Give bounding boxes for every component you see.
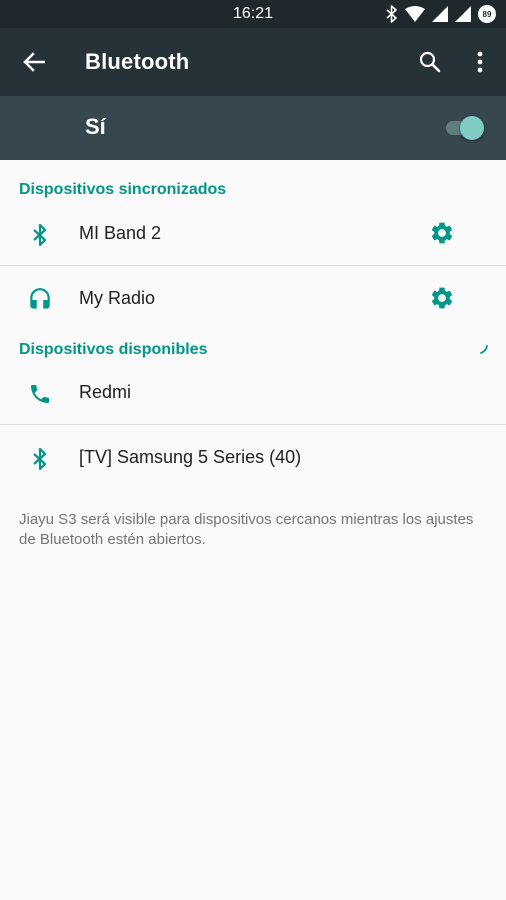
signal-icon	[432, 6, 448, 22]
headset-icon	[22, 286, 58, 314]
device-settings-button[interactable]	[424, 280, 460, 316]
device-name: MI Band 2	[79, 223, 162, 243]
more-options-button[interactable]	[462, 42, 498, 82]
progress-spinner-icon	[480, 345, 488, 354]
search-button[interactable]	[410, 42, 450, 82]
bluetooth-toggle[interactable]	[446, 116, 484, 140]
device-name: [TV] Samsung 5 Series (40)	[79, 447, 302, 467]
visibility-info-text: Jiayu S3 será visible para dispositivos …	[19, 511, 474, 548]
paired-device-row[interactable]: MI Band 2	[0, 201, 506, 265]
battery-icon: 89	[478, 5, 496, 23]
phone-icon	[22, 380, 58, 408]
bluetooth-icon	[22, 221, 58, 249]
gear-icon	[431, 287, 453, 309]
back-button[interactable]	[14, 42, 54, 82]
wifi-icon	[405, 6, 425, 22]
gear-icon	[431, 222, 453, 244]
signal-icon	[455, 6, 471, 22]
bluetooth-icon	[22, 445, 58, 473]
section-header-available: Dispositivos disponibles	[19, 341, 208, 358]
section-header-paired: Dispositivos sincronizados	[19, 181, 227, 198]
switch-label: Sí	[85, 114, 106, 139]
device-settings-button[interactable]	[424, 215, 460, 251]
device-name: Redmi	[79, 382, 132, 402]
bluetooth-icon	[386, 5, 398, 23]
toggle-thumb	[460, 116, 484, 140]
battery-level: 89	[482, 9, 492, 19]
device-name: My Radio	[79, 288, 156, 308]
search-icon	[419, 51, 441, 73]
more-vert-icon	[477, 51, 483, 73]
available-device-row[interactable]: Redmi	[0, 360, 506, 424]
paired-device-row[interactable]: My Radio	[0, 266, 506, 330]
status-icons: 89	[386, 4, 496, 24]
page-title: Bluetooth	[85, 49, 190, 74]
bluetooth-switch-bar[interactable]: Sí	[0, 96, 506, 160]
available-device-row[interactable]: [TV] Samsung 5 Series (40)	[0, 425, 506, 489]
status-bar: 16:21 89	[0, 0, 506, 28]
arrow-back-icon	[23, 52, 45, 72]
app-bar: Bluetooth	[0, 28, 506, 96]
